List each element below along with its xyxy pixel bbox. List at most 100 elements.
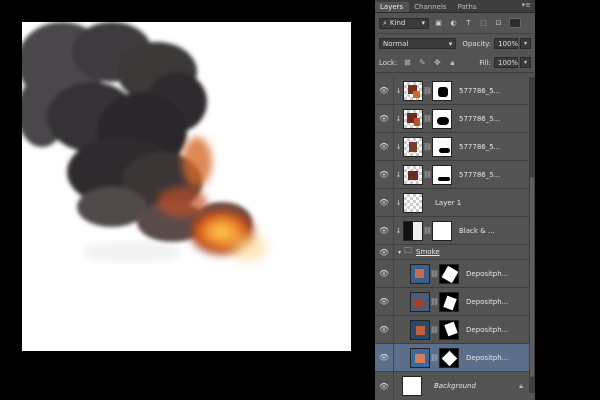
layer-name: 577786_5... — [459, 170, 501, 179]
layer-name: Depositph... — [466, 325, 509, 334]
eye-icon[interactable]: 👁︎ — [375, 382, 393, 391]
eye-icon[interactable]: 👁︎ — [375, 114, 393, 123]
layer-row[interactable]: 👁︎ ⛓ Depositph... — [375, 260, 535, 288]
background-layer[interactable]: 👁︎ Background 🔒︎ — [375, 372, 535, 400]
layer-row-selected[interactable]: 👁︎ ⛓ Depositph... — [375, 344, 535, 372]
lock-icon: 🔒︎ — [519, 381, 523, 390]
layer-mask-thumbnail — [439, 347, 459, 368]
lock-position-icon[interactable]: ✥ — [432, 58, 442, 68]
filter-shape-icon[interactable]: ⬚ — [478, 18, 489, 29]
opacity-dropdown[interactable]: ▾ — [520, 38, 531, 49]
filter-toggle[interactable] — [509, 18, 521, 28]
fill-dropdown[interactable]: ▾ — [520, 57, 531, 68]
layer-mask-thumbnail — [432, 136, 452, 157]
layer-row[interactable]: 👁︎ ↓ ⛓ Black & ... — [375, 217, 535, 245]
background-thumbnail — [402, 376, 422, 396]
lock-all-icon[interactable]: 🔒︎ — [447, 58, 457, 68]
eye-icon[interactable]: 👁︎ — [375, 353, 393, 362]
empty-area — [535, 0, 600, 400]
group-expand-icon[interactable]: ▾ — [398, 249, 401, 256]
layer-row[interactable]: 👁︎ ⛓ Depositph... — [375, 288, 535, 316]
eye-icon[interactable]: 👁︎ — [375, 170, 393, 179]
opacity-input[interactable]: 100% — [494, 38, 518, 49]
tab-layers[interactable]: Layers — [375, 2, 410, 12]
link-icon[interactable]: ⛓ — [423, 115, 432, 123]
blend-row: Normal ▾ Opacity: 100% ▾ — [375, 34, 535, 53]
layer-mask-thumbnail — [432, 108, 452, 129]
lock-transparent-icon[interactable]: ⊠ — [402, 58, 412, 68]
clip-arrow-icon: ↓ — [395, 114, 402, 123]
panel-menu-icon[interactable]: ▾≡ — [522, 1, 531, 9]
eye-icon[interactable]: 👁︎ — [375, 248, 393, 257]
layer-mask-thumbnail — [432, 164, 452, 185]
layer-name: Depositph... — [466, 297, 509, 306]
blend-mode-select[interactable]: Normal ▾ — [379, 38, 457, 49]
layer-group-smoke[interactable]: 👁︎ ▾ 🗀 Smoke — [375, 245, 535, 260]
scrollbar-thumb[interactable] — [530, 177, 534, 377]
clip-arrow-icon: ↓ — [395, 198, 402, 207]
filter-kind-value: Kind — [389, 19, 406, 27]
layer-row[interactable]: 👁︎ ↓ Layer 1 — [375, 189, 535, 217]
canvas-area — [0, 0, 375, 400]
tab-paths[interactable]: Paths — [453, 2, 483, 12]
link-icon[interactable]: ⛓ — [430, 298, 439, 306]
layer-thumbnail — [403, 164, 423, 185]
panel-tabs: Layers Channels Paths ▾≡ — [375, 0, 535, 13]
layer-thumbnail — [403, 80, 423, 101]
layer-name: 577786_5... — [459, 142, 501, 151]
filter-kind-select[interactable]: ⌕ Kind ▾ — [379, 17, 429, 29]
filter-pixel-icon[interactable]: ▣ — [433, 18, 444, 29]
link-icon[interactable]: ⛓ — [423, 171, 432, 179]
layer-name: Black & ... — [459, 226, 495, 235]
chevron-down-icon: ▾ — [421, 19, 425, 27]
blend-mode-value: Normal — [383, 39, 409, 48]
layer-thumbnail — [403, 192, 423, 213]
layers-panel: Layers Channels Paths ▾≡ ⌕ Kind ▾ ▣ ◐ T … — [375, 0, 535, 400]
group-name: Smoke — [416, 248, 440, 256]
opacity-value: 100% — [498, 39, 519, 48]
layer-mask-thumbnail — [439, 263, 459, 284]
black-white-adjustment-icon — [403, 220, 423, 241]
link-icon[interactable]: ⛓ — [423, 227, 432, 235]
link-icon[interactable]: ⛓ — [430, 326, 439, 334]
layer-thumbnail — [410, 319, 430, 340]
eye-icon[interactable]: 👁︎ — [375, 142, 393, 151]
layer-thumbnail — [403, 136, 423, 157]
layer-row[interactable]: 👁︎ ↓ ⛓ 577786_5... — [375, 105, 535, 133]
eye-icon[interactable]: 👁︎ — [375, 86, 393, 95]
filter-type-icon[interactable]: T — [463, 18, 474, 29]
layer-row[interactable]: 👁︎ ↓ ⛓ 577786_5... — [375, 161, 535, 189]
eye-icon[interactable]: 👁︎ — [375, 198, 393, 207]
clip-arrow-icon: ↓ — [395, 226, 402, 235]
link-icon[interactable]: ⛓ — [423, 87, 432, 95]
eye-icon[interactable]: 👁︎ — [375, 325, 393, 334]
layer-thumbnail — [403, 108, 423, 129]
fill-input[interactable]: 100% — [494, 57, 518, 68]
smoke-fire-image — [22, 22, 272, 265]
layer-row[interactable]: 👁︎ ↓ ⛓ 577786_5... — [375, 77, 535, 105]
layer-row[interactable]: 👁︎ ↓ ⛓ 577786_5... — [375, 133, 535, 161]
link-icon[interactable]: ⛓ — [430, 354, 439, 362]
filter-row: ⌕ Kind ▾ ▣ ◐ T ⬚ ⊡ — [375, 13, 535, 34]
clip-arrow-icon: ↓ — [395, 142, 402, 151]
link-icon[interactable]: ⛓ — [423, 143, 432, 151]
fill-label: Fill: — [479, 58, 491, 67]
lock-image-icon[interactable]: ✎ — [417, 58, 427, 68]
eye-icon[interactable]: 👁︎ — [375, 297, 393, 306]
filter-smart-object-icon[interactable]: ⊡ — [493, 18, 504, 29]
layer-thumbnail — [410, 291, 430, 312]
layer-name: Layer 1 — [435, 198, 462, 207]
layer-mask-thumbnail — [439, 291, 459, 312]
layer-name: Background — [434, 382, 476, 390]
tab-channels[interactable]: Channels — [409, 2, 452, 12]
clip-arrow-icon: ↓ — [395, 170, 402, 179]
layer-thumbnail — [410, 347, 430, 368]
link-icon[interactable]: ⛓ — [430, 270, 439, 278]
eye-icon[interactable]: 👁︎ — [375, 226, 393, 235]
filter-adjustment-icon[interactable]: ◐ — [448, 18, 459, 29]
layer-name: 577786_5... — [459, 86, 501, 95]
eye-icon[interactable]: 👁︎ — [375, 269, 393, 278]
layer-name: Depositph... — [466, 269, 509, 278]
layer-row[interactable]: 👁︎ ⛓ Depositph... — [375, 316, 535, 344]
document-canvas[interactable] — [22, 22, 351, 351]
